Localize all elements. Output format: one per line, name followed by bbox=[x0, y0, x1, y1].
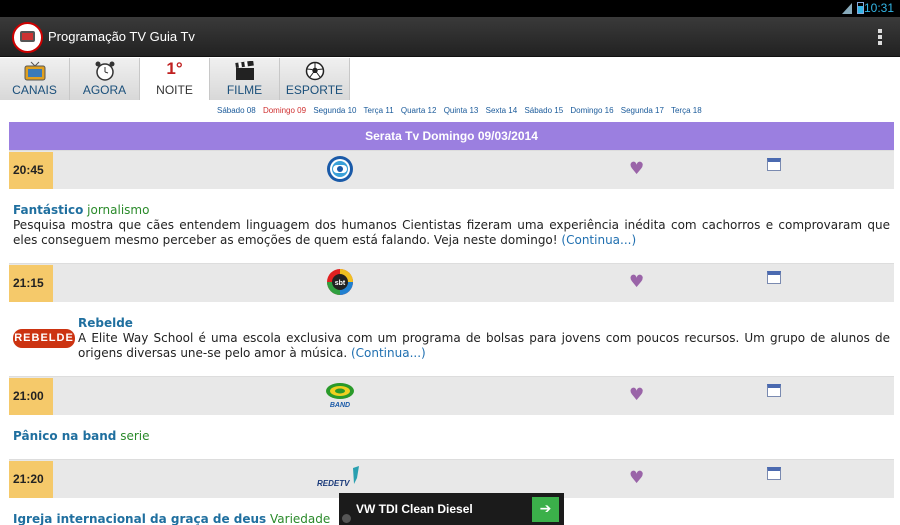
calendar-icon[interactable] bbox=[767, 158, 781, 171]
alarm-clock-icon bbox=[95, 61, 114, 81]
tab-noite[interactable]: 1° NOITE bbox=[140, 58, 210, 100]
tab-label: NOITE bbox=[156, 83, 193, 97]
day-link[interactable]: Quinta 13 bbox=[444, 106, 479, 115]
band-logo-text: BAND bbox=[330, 402, 350, 409]
program-name[interactable]: Pânico na band bbox=[13, 429, 116, 443]
clapperboard-icon bbox=[234, 61, 254, 80]
day-link[interactable]: Segunda 10 bbox=[313, 106, 356, 115]
tab-label: AGORA bbox=[82, 83, 127, 97]
day-selector: Sábado 08 Domingo 09 Segunda 10 Terça 11… bbox=[217, 106, 707, 115]
program-time: 21:20 bbox=[9, 461, 53, 498]
program-genre: Variedade bbox=[270, 512, 331, 525]
favorite-heart-icon[interactable]: ♥ bbox=[629, 160, 647, 178]
ad-info-icon[interactable] bbox=[342, 514, 351, 523]
program-genre: jornalismo bbox=[87, 203, 150, 217]
day-link[interactable]: Sábado 15 bbox=[524, 106, 563, 115]
sbt-logo-icon: sbt bbox=[327, 269, 353, 295]
rebelde-show-image: REBELDE bbox=[13, 329, 75, 348]
ad-text: VW TDI Clean Diesel bbox=[356, 502, 473, 516]
favorite-heart-icon[interactable]: ♥ bbox=[629, 273, 647, 291]
program-time: 21:15 bbox=[9, 265, 53, 302]
svg-text:sbt: sbt bbox=[335, 280, 346, 287]
day-link[interactable]: Sábado 08 bbox=[217, 106, 256, 115]
program-description: Fantástico jornalismo Pesquisa mostra qu… bbox=[9, 189, 894, 263]
action-bar: Programação TV Guia Tv bbox=[0, 17, 900, 57]
battery-icon bbox=[857, 2, 864, 14]
program-description: Pânico na band serie bbox=[9, 415, 894, 459]
tab-label: CANAIS bbox=[12, 83, 57, 97]
overflow-menu-icon[interactable] bbox=[878, 29, 882, 45]
calendar-icon[interactable] bbox=[767, 271, 781, 284]
soccer-ball-icon bbox=[305, 61, 324, 81]
day-link[interactable]: Segunda 17 bbox=[621, 106, 664, 115]
program-time: 20:45 bbox=[9, 152, 53, 189]
favorite-heart-icon[interactable]: ♥ bbox=[629, 469, 647, 487]
first-place-icon: 1° bbox=[166, 59, 183, 78]
tv-icon bbox=[24, 61, 45, 81]
program-text: Pesquisa mostra que cães entendem lingua… bbox=[13, 218, 890, 247]
day-link-selected[interactable]: Domingo 09 bbox=[263, 106, 306, 115]
day-link[interactable]: Terça 11 bbox=[364, 106, 394, 115]
tab-bar: CANAIS AGORA 1° NOITE FILME ESPORTE bbox=[0, 58, 350, 100]
tab-filme[interactable]: FILME bbox=[210, 58, 280, 100]
tab-agora[interactable]: AGORA bbox=[70, 58, 140, 100]
day-link[interactable]: Sexta 14 bbox=[486, 106, 518, 115]
program-row[interactable]: 20:45 ♥ bbox=[9, 150, 894, 189]
program-list: Serata Tv Domingo 09/03/2014 20:45 ♥ Fan… bbox=[9, 122, 894, 525]
program-row[interactable]: 21:15 sbt ♥ bbox=[9, 263, 894, 302]
day-link[interactable]: Terça 18 bbox=[671, 106, 702, 115]
calendar-icon[interactable] bbox=[767, 384, 781, 397]
program-name[interactable]: Fantástico bbox=[13, 203, 83, 217]
ad-arrow-button[interactable]: ➔ bbox=[532, 497, 559, 522]
program-row[interactable]: 21:00 BAND ♥ bbox=[9, 376, 894, 415]
day-link[interactable]: Quarta 12 bbox=[401, 106, 437, 115]
program-genre: serie bbox=[120, 429, 150, 443]
band-logo-icon: BAND bbox=[326, 383, 354, 409]
continue-link[interactable]: (Continua...) bbox=[561, 233, 636, 247]
day-link[interactable]: Domingo 16 bbox=[570, 106, 613, 115]
favorite-heart-icon[interactable]: ♥ bbox=[629, 386, 647, 404]
program-name[interactable]: Rebelde bbox=[78, 316, 133, 330]
program-time: 21:00 bbox=[9, 378, 53, 415]
calendar-icon[interactable] bbox=[767, 467, 781, 480]
globo-logo-icon bbox=[327, 156, 353, 182]
app-logo-icon[interactable] bbox=[12, 22, 43, 53]
ad-banner[interactable]: VW TDI Clean Diesel ➔ bbox=[339, 493, 564, 525]
tab-label: ESPORTE bbox=[285, 83, 344, 97]
status-time: 10:31 bbox=[863, 1, 894, 15]
program-text: A Elite Way School é uma escola exclusiv… bbox=[78, 331, 890, 360]
tab-canais[interactable]: CANAIS bbox=[0, 58, 70, 100]
list-header: Serata Tv Domingo 09/03/2014 bbox=[9, 122, 894, 150]
status-bar: 10:31 bbox=[0, 0, 900, 17]
redetv-logo-icon: REDETV bbox=[317, 466, 359, 488]
tab-label: FILME bbox=[226, 83, 263, 97]
signal-icon bbox=[842, 3, 852, 14]
program-name[interactable]: Igreja internacional da graça de deus bbox=[13, 512, 266, 525]
continue-link[interactable]: (Continua...) bbox=[351, 346, 426, 360]
program-description: REBELDE Rebelde A Elite Way School é uma… bbox=[9, 302, 894, 376]
redetv-logo-text: REDETV bbox=[317, 479, 350, 488]
app-title: Programação TV Guia Tv bbox=[48, 29, 195, 44]
tab-esporte[interactable]: ESPORTE bbox=[280, 58, 350, 100]
